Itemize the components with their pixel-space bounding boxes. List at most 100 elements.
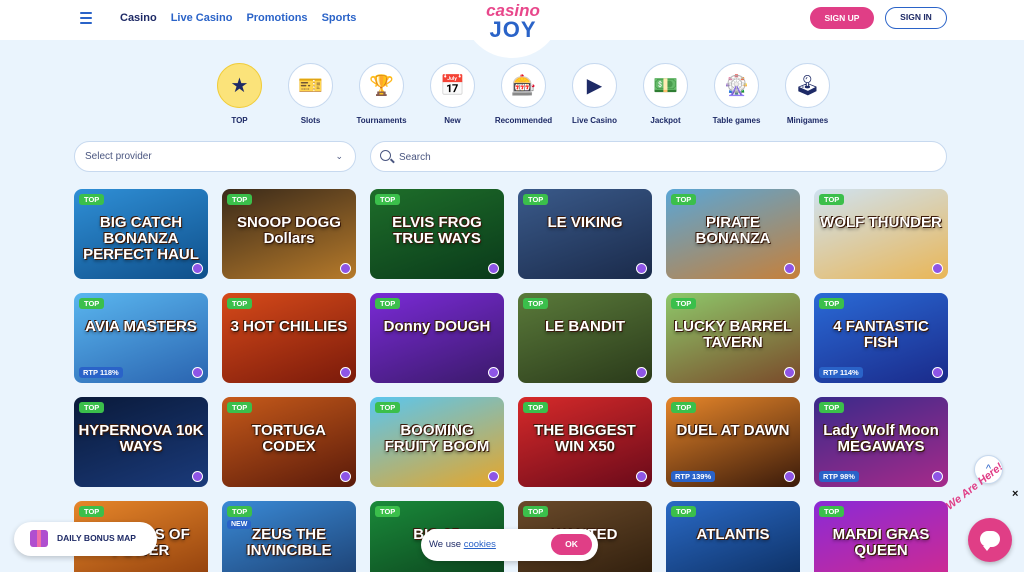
top-badge: TOP — [671, 194, 697, 205]
logo-text-bottom: JOY — [489, 17, 537, 42]
gem-icon — [488, 471, 499, 482]
provider-select[interactable]: Select provider ⌄ — [74, 141, 356, 172]
category-new[interactable]: 📅 New — [417, 63, 488, 125]
game-tile[interactable]: TOP Lady Wolf Moon MEGAWAYS RTP 98% — [814, 397, 948, 487]
casino-joy-logo[interactable]: casino JOY — [478, 2, 548, 41]
game-tile[interactable]: TOP Donny DOUGH — [370, 293, 504, 383]
gem-icon — [192, 367, 203, 378]
gem-icon — [340, 367, 351, 378]
game-tile[interactable]: TOP DUEL AT DAWN RTP 139% — [666, 397, 800, 487]
game-tile[interactable]: TOP 3 HOT CHILLIES — [222, 293, 356, 383]
game-title: LE VIKING — [547, 214, 623, 231]
menu-icon[interactable] — [80, 12, 92, 24]
gem-icon — [192, 263, 203, 274]
top-badge: TOP — [819, 194, 845, 205]
nav-sports[interactable]: Sports — [322, 12, 357, 24]
game-tile[interactable]: TOP 4 FANTASTIC FISH RTP 114% — [814, 293, 948, 383]
rtp-badge: RTP 98% — [819, 471, 859, 482]
top-badge: TOP — [375, 506, 401, 517]
category-tournaments[interactable]: 🏆 Tournaments — [346, 63, 417, 125]
chat-bubble-icon — [980, 531, 1000, 551]
gem-icon — [636, 263, 647, 274]
game-title: Donny DOUGH — [383, 318, 491, 335]
game-title: LUCKY BARREL TAVERN — [673, 318, 793, 351]
top-badge: TOP — [375, 194, 401, 205]
game-tile[interactable]: TOP LE BANDIT — [518, 293, 652, 383]
game-title: BIG CATCH BONANZA PERFECT HAUL — [83, 214, 199, 263]
daily-bonus-label: DAILY BONUS MAP — [57, 533, 136, 543]
category-slots[interactable]: 🎫 Slots — [275, 63, 346, 125]
provider-select-placeholder: Select provider — [85, 151, 152, 162]
nav-live-casino[interactable]: Live Casino — [171, 12, 233, 24]
game-title: LE BANDIT — [545, 318, 625, 335]
game-title: DUEL AT DAWN — [676, 422, 790, 439]
category-label: Jackpot — [650, 116, 681, 125]
game-tile[interactable]: TOP NEW ZEUS THE INVINCIBLE — [222, 501, 356, 572]
top-badge: TOP — [523, 298, 549, 309]
category-top[interactable]: ★ TOP — [204, 63, 275, 125]
gem-icon — [636, 471, 647, 482]
category-recommended[interactable]: 🎰 Recommended — [488, 63, 559, 125]
top-badge: TOP — [227, 506, 253, 517]
chat-close-icon[interactable]: × — [1012, 488, 1018, 500]
top-badge: TOP — [375, 298, 401, 309]
sign-in-button[interactable]: SIGN IN — [885, 7, 947, 29]
rtp-badge: RTP 118% — [79, 367, 123, 378]
cookies-link[interactable]: cookies — [464, 539, 496, 550]
top-badge: TOP — [227, 194, 253, 205]
game-title: AVIA MASTERS — [85, 318, 197, 335]
nav-casino[interactable]: Casino — [120, 12, 157, 24]
gem-icon — [192, 471, 203, 482]
category-label: Minigames — [786, 116, 829, 125]
top-badge: TOP — [671, 298, 697, 309]
game-title: THE BIGGEST WIN X50 — [534, 422, 636, 455]
nav-promotions[interactable]: Promotions — [246, 12, 307, 24]
top-badge: TOP — [819, 298, 845, 309]
rtp-badge: RTP 139% — [671, 471, 716, 482]
cookie-banner: We use cookies OK — [421, 529, 598, 561]
roulette-icon: 🎡 — [714, 63, 759, 108]
category-label: Table games — [712, 116, 761, 125]
game-tile[interactable]: TOP LE VIKING — [518, 189, 652, 279]
category-label: Slots — [300, 116, 321, 125]
game-tile[interactable]: TOP BOOMING FRUITY BOOM — [370, 397, 504, 487]
category-minigames[interactable]: 🕹 Minigames — [772, 63, 843, 125]
gem-icon — [340, 471, 351, 482]
live-chat-button[interactable] — [968, 518, 1012, 562]
category-live-casino[interactable]: ▶ Live Casino — [559, 63, 630, 125]
daily-bonus-map-button[interactable]: DAILY BONUS MAP — [14, 522, 157, 556]
game-tile[interactable]: TOP PIRATE BONANZA — [666, 189, 800, 279]
top-badge: TOP — [227, 298, 253, 309]
game-tile[interactable]: TOP WOLF THUNDER — [814, 189, 948, 279]
game-title: 3 HOT CHILLIES — [230, 318, 348, 335]
gem-icon — [636, 367, 647, 378]
game-tile[interactable]: TOP THE BIGGEST WIN X50 — [518, 397, 652, 487]
category-jackpot[interactable]: 💵 Jackpot — [630, 63, 701, 125]
game-tile[interactable]: TOP AVIA MASTERS RTP 118% — [74, 293, 208, 383]
game-title: Lady Wolf Moon MEGAWAYS — [823, 422, 939, 455]
category-table-games[interactable]: 🎡 Table games — [701, 63, 772, 125]
game-tile[interactable]: TOP SNOOP DOGG Dollars — [222, 189, 356, 279]
game-tile[interactable]: TOP ELVIS FROG TRUE WAYS — [370, 189, 504, 279]
cookie-ok-button[interactable]: OK — [551, 534, 592, 555]
cookie-text: We use cookies — [429, 539, 496, 550]
gem-icon — [784, 471, 795, 482]
game-tile[interactable]: TOP LUCKY BARREL TAVERN — [666, 293, 800, 383]
game-title: PIRATE BONANZA — [695, 214, 771, 247]
category-label: Recommended — [494, 116, 553, 125]
game-title: HYPERNOVA 10K WAYS — [78, 422, 204, 455]
game-tile[interactable]: TOP HYPERNOVA 10K WAYS — [74, 397, 208, 487]
game-tile[interactable]: TOP MARDI GRAS QUEEN — [814, 501, 948, 572]
game-tile[interactable]: TOP ATLANTIS — [666, 501, 800, 572]
top-badge: TOP — [375, 402, 401, 413]
games-grid: TOP BIG CATCH BONANZA PERFECT HAUL TOP SNOO… — [74, 189, 948, 572]
search-box — [370, 141, 947, 172]
search-input[interactable] — [399, 147, 929, 167]
game-title: MARDI GRAS QUEEN — [832, 526, 930, 559]
game-tile[interactable]: TOP BIG CATCH BONANZA PERFECT HAUL — [74, 189, 208, 279]
game-tile[interactable]: TOP TORTUGA CODEX — [222, 397, 356, 487]
gem-icon — [488, 263, 499, 274]
sign-up-button[interactable]: SIGN UP — [810, 7, 874, 29]
main-nav: Casino Live Casino Promotions Sports — [120, 12, 356, 24]
play-icon: ▶ — [572, 63, 617, 108]
